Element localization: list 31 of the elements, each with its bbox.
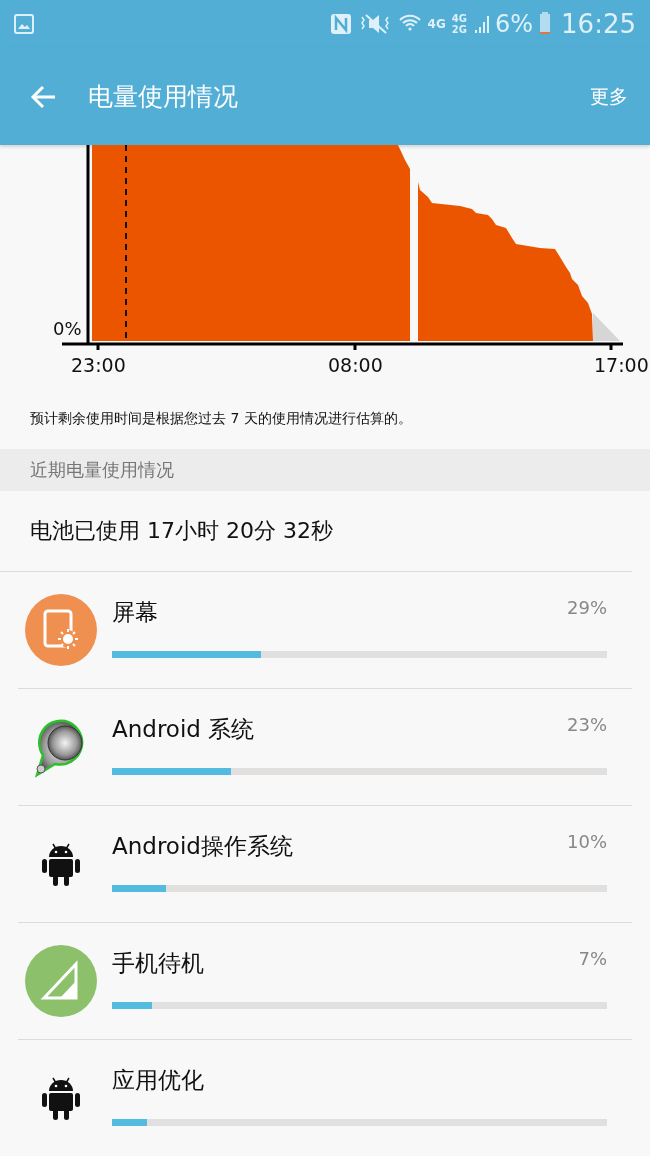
screen-title: 电量使用情况 bbox=[88, 81, 239, 113]
android-icon bbox=[41, 841, 81, 887]
battery-percent: 6% bbox=[495, 10, 534, 38]
app-name: 应用优化 bbox=[112, 1065, 204, 1095]
estimate-note: 预计剩余使用时间是根据您过去 7 天的使用情况进行估算的。 bbox=[30, 410, 413, 428]
axis-label: 0% bbox=[53, 318, 82, 339]
axis-label: 17:00 bbox=[594, 354, 649, 376]
usage-percent: 23% bbox=[567, 713, 607, 735]
usage-percent: 10% bbox=[567, 830, 607, 852]
signal-icon bbox=[473, 13, 489, 35]
network-type: 2G bbox=[451, 24, 467, 35]
usage-percent: 29% bbox=[567, 596, 607, 618]
axis-label: 23:00 bbox=[71, 354, 126, 376]
app-name: Android 系统 bbox=[112, 714, 255, 744]
nfc-icon bbox=[329, 13, 352, 35]
app-name: Android操作系统 bbox=[112, 831, 293, 861]
clock: 16:25 bbox=[561, 9, 636, 39]
android-icon bbox=[41, 1075, 81, 1121]
section-title: 近期电量使用情况 bbox=[30, 458, 174, 482]
more-button[interactable]: 更多 bbox=[588, 79, 630, 114]
network-type: 4G bbox=[451, 13, 467, 24]
gallery-icon bbox=[13, 13, 35, 35]
app-name: 手机待机 bbox=[112, 948, 204, 978]
usage-percent: 7% bbox=[578, 947, 607, 969]
app-name: 屏幕 bbox=[112, 597, 158, 627]
screen-brightness-icon bbox=[24, 593, 98, 667]
signal-icon bbox=[24, 944, 98, 1018]
total-usage: 电池已使用 17小时 20分 32秒 bbox=[0, 491, 632, 572]
network-type: 4G bbox=[427, 17, 446, 31]
axis-label: 08:00 bbox=[328, 354, 383, 376]
battery-icon bbox=[539, 12, 552, 36]
